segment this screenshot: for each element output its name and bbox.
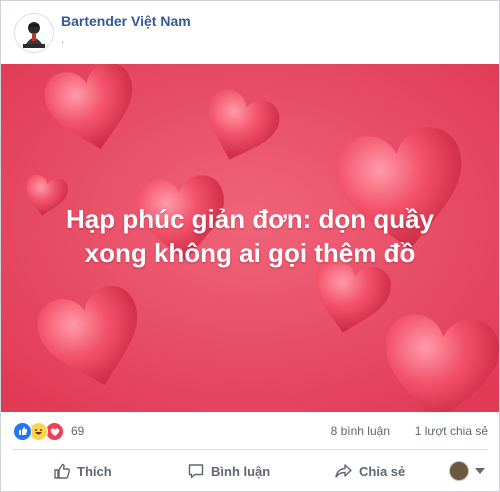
comment-bubble-icon [188, 464, 204, 479]
share-count-link[interactable]: 1 lượt chia sẻ [415, 424, 488, 438]
profile-avatar-icon [449, 461, 469, 481]
share-arrow-icon [335, 464, 352, 478]
audience-selector[interactable] [449, 461, 485, 481]
comment-button[interactable]: Bình luận [187, 451, 270, 491]
reaction-count[interactable]: 69 [71, 424, 84, 438]
comment-button-label: Bình luận [211, 463, 271, 479]
like-button-label: Thích [77, 463, 112, 479]
post-meta: . [61, 32, 65, 46]
comment-count-link[interactable]: 8 bình luận [331, 424, 390, 438]
bartender-logo-icon [15, 14, 53, 52]
post-card: Bartender Việt Nam . Hạp phúc giản đơn: … [0, 0, 500, 492]
post-actions-bar: Thích Bình luận Chia sẻ [1, 451, 499, 491]
headline-line-1: Hạp phúc giản đơn: dọn quầy [65, 204, 435, 234]
thumbs-up-icon [54, 463, 70, 479]
image-headline: Hạp phúc giản đơn: dọn quầy xong không a… [1, 202, 499, 270]
caret-down-icon [475, 468, 485, 474]
reaction-stats-bar: 69 8 bình luận 1 lượt chia sẻ [1, 415, 499, 447]
page-name-link[interactable]: Bartender Việt Nam [61, 13, 191, 29]
headline-line-2: xong không ai gọi thêm đồ [84, 238, 416, 268]
like-icon[interactable] [13, 422, 32, 441]
actions-divider [12, 449, 488, 450]
post-image[interactable]: Hạp phúc giản đơn: dọn quầy xong không a… [1, 64, 499, 412]
share-button[interactable]: Chia sẻ [334, 451, 405, 491]
share-button-label: Chia sẻ [359, 463, 406, 479]
like-button[interactable]: Thích [53, 451, 112, 491]
page-avatar[interactable] [14, 13, 54, 53]
post-header: Bartender Việt Nam . [1, 1, 499, 63]
